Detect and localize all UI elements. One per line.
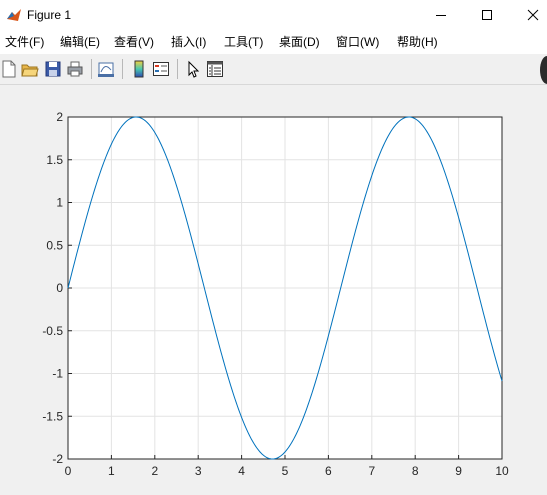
x-tick-label: 2 [151, 464, 158, 478]
new-figure-icon[interactable] [0, 60, 18, 78]
link-plot-icon[interactable] [97, 60, 115, 78]
title-bar[interactable]: Figure 1 [0, 0, 547, 30]
x-tick-label: 3 [195, 464, 202, 478]
menu-bar: 文件(F) 编辑(E) 查看(V) 插入(I) 工具(T) 桌面(D) 窗口(W… [0, 30, 547, 78]
toolbar-separator [91, 59, 92, 79]
maximize-button[interactable] [464, 0, 510, 30]
x-tick-label: 7 [368, 464, 375, 478]
minimize-icon [436, 15, 446, 16]
figure-window: Figure 1 文件(F) 编辑(E) 查看(V) 插入(I) 工具(T) 桌… [0, 0, 547, 495]
x-tick-label: 5 [282, 464, 289, 478]
close-icon [527, 9, 539, 21]
x-tick-label: 4 [238, 464, 245, 478]
minimize-button[interactable] [418, 0, 464, 30]
menu-insert[interactable]: 插入(I) [171, 35, 206, 49]
plot-axes[interactable]: 0 1 2 3 4 5 6 7 8 9 10 2 1.5 1 0.5 0 -0.5 -1 -1.5 -2 [0, 85, 547, 495]
menu-window[interactable]: 窗口(W) [336, 35, 379, 49]
pointer-icon[interactable] [184, 60, 202, 78]
x-tick-label: 8 [412, 464, 419, 478]
x-tick-label: 9 [455, 464, 462, 478]
x-tick-labels: 0 1 2 3 4 5 6 7 8 9 10 [65, 464, 509, 478]
y-tick-labels: 2 1.5 1 0.5 0 -0.5 -1 -1.5 -2 [42, 110, 63, 466]
x-tick-label: 0 [65, 464, 72, 478]
y-tick-label: -2 [52, 452, 63, 466]
insert-legend-icon[interactable] [152, 60, 170, 78]
y-tick-label: 0.5 [46, 238, 63, 252]
matlab-icon [6, 7, 22, 23]
print-icon[interactable] [66, 60, 84, 78]
menu-view[interactable]: 查看(V) [114, 35, 154, 49]
y-tick-label: 0 [56, 281, 63, 295]
property-inspector-icon[interactable] [206, 60, 224, 78]
x-tick-label: 1 [108, 464, 115, 478]
y-tick-label: -0.5 [42, 324, 63, 338]
menu-file[interactable]: 文件(F) [5, 35, 44, 49]
figure-canvas: 0 1 2 3 4 5 6 7 8 9 10 2 1.5 1 0.5 0 -0.5 -1 -1.5 -2 [0, 85, 547, 495]
close-button[interactable] [510, 0, 547, 30]
dock-button[interactable] [540, 56, 547, 84]
menu-tools[interactable]: 工具(T) [224, 35, 263, 49]
toolbar-separator [122, 59, 123, 79]
window-title: Figure 1 [27, 8, 72, 22]
menu-help[interactable]: 帮助(H) [397, 35, 438, 49]
maximize-icon [482, 10, 492, 20]
y-tick-label: -1.5 [42, 409, 63, 423]
x-tick-label: 10 [495, 464, 509, 478]
menu-desktop[interactable]: 桌面(D) [279, 35, 320, 49]
y-tick-label: 1 [56, 196, 63, 210]
y-tick-label: 2 [56, 110, 63, 124]
y-tick-label: -1 [52, 367, 63, 381]
insert-colorbar-icon[interactable] [130, 60, 148, 78]
figure-toolbar [0, 54, 547, 85]
menu-edit[interactable]: 编辑(E) [60, 35, 100, 49]
open-file-icon[interactable] [21, 60, 39, 78]
y-tick-label: 1.5 [46, 153, 63, 167]
toolbar-separator [177, 59, 178, 79]
save-icon[interactable] [44, 60, 62, 78]
x-tick-label: 6 [325, 464, 332, 478]
